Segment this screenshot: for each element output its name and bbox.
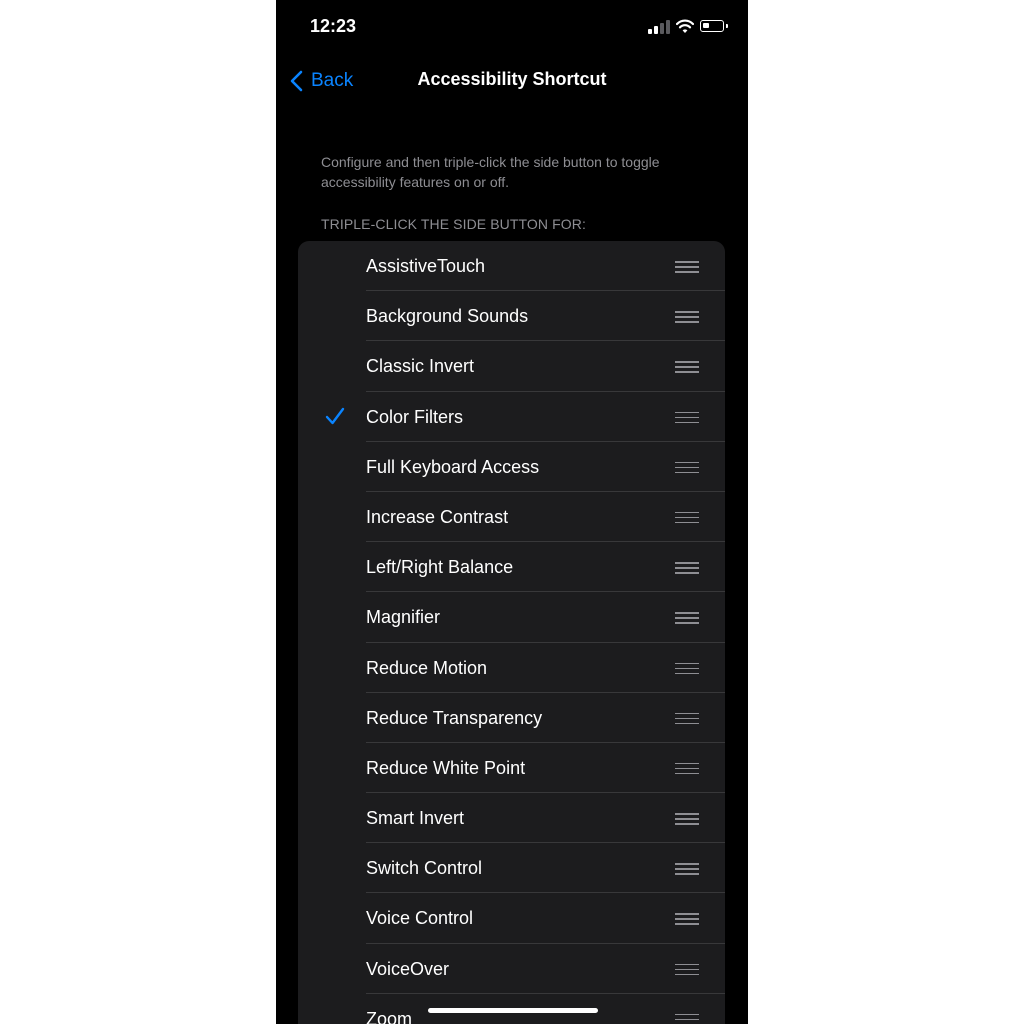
list-item-label: Color Filters [366,406,464,427]
checkmark-icon [325,407,345,424]
list-item[interactable]: Reduce Motion [298,643,725,693]
description-text: Configure and then triple-click the side… [321,154,660,190]
list-item-label: VoiceOver [366,958,450,979]
list-item-label: Switch Control [366,858,483,879]
shortcut-list: AssistiveTouch Background Sounds Classic… [298,241,725,1024]
list-item-label: Zoom [366,1008,413,1024]
list-item-label: Full Keyboard Access [366,456,540,477]
reorder-handle-icon[interactable] [675,411,699,424]
list-item[interactable]: AssistiveTouch [298,241,725,292]
reorder-handle-icon[interactable] [675,762,699,775]
reorder-handle-icon[interactable] [675,261,699,273]
reorder-handle-icon[interactable] [675,963,699,976]
reorder-handle-icon[interactable] [675,311,699,323]
list-item-label: Reduce Motion [366,657,488,678]
status-time: 12:23 [310,16,357,36]
reorder-handle-icon[interactable] [675,1013,699,1024]
list-item-label: Reduce White Point [366,757,526,778]
list-item[interactable]: Color Filters [298,392,725,442]
reorder-handle-icon[interactable] [675,813,699,825]
list-item-label: Left/Right Balance [366,557,514,578]
phone-screen: 12:23 Back Accessibility Shortcut Config… [276,0,748,1024]
reorder-handle-icon[interactable] [675,662,699,675]
list-item[interactable]: Left/Right Balance [298,542,725,593]
list-item-label: Magnifier [366,607,441,628]
list-item-label: Smart Invert [366,808,465,829]
list-item[interactable]: Background Sounds [298,291,725,342]
list-item[interactable]: Reduce Transparency [298,693,725,743]
reorder-handle-icon[interactable] [675,461,699,474]
list-item[interactable]: Switch Control [298,843,725,894]
list-item[interactable]: Classic Invert [298,341,725,392]
list-item-label: Background Sounds [366,306,529,327]
reorder-handle-icon[interactable] [675,562,699,574]
battery-icon [700,20,728,32]
list-item-label: Voice Control [366,908,474,929]
reorder-handle-icon[interactable] [675,511,699,524]
list-item[interactable]: Full Keyboard Access [298,442,725,492]
cellular-signal-icon [648,18,670,34]
list-item[interactable]: Voice Control [298,893,725,944]
reorder-handle-icon[interactable] [675,361,699,373]
list-item-label: AssistiveTouch [366,256,486,276]
list-item[interactable]: Increase Contrast [298,492,725,543]
wifi-icon [676,19,694,33]
list-item[interactable]: VoiceOver [298,944,725,994]
list-item[interactable]: Smart Invert [298,793,725,844]
list-item-label: Reduce Transparency [366,707,543,728]
reorder-handle-icon[interactable] [675,712,699,725]
reorder-handle-icon[interactable] [675,913,699,925]
home-indicator[interactable] [428,1008,598,1013]
list-item[interactable]: Reduce White Point [298,743,725,794]
list-item-label: Increase Contrast [366,506,509,527]
reorder-handle-icon[interactable] [675,612,699,624]
list-item-label: Classic Invert [366,356,475,377]
reorder-handle-icon[interactable] [675,863,699,875]
page-title: Accessibility Shortcut [417,69,607,89]
section-header: TRIPLE-CLICK THE SIDE BUTTON FOR: [321,216,586,232]
list-item[interactable]: Magnifier [298,592,725,643]
